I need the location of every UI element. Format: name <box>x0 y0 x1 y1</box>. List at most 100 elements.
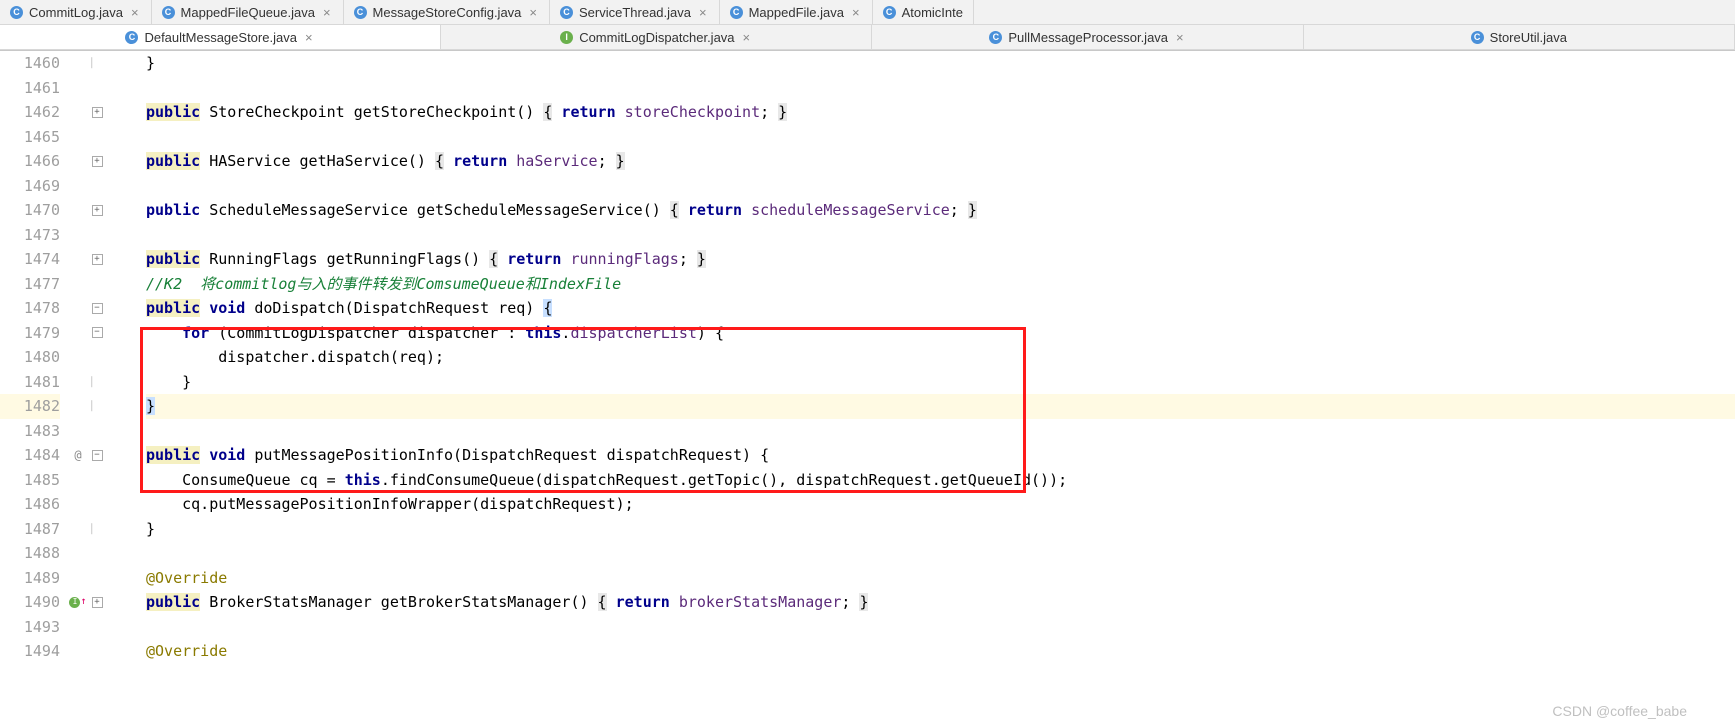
line-number: 1466 <box>0 149 60 174</box>
close-icon[interactable]: × <box>697 5 709 20</box>
code-line[interactable]: ConsumeQueue cq = this.findConsumeQueue(… <box>146 468 1735 493</box>
code-line[interactable]: } <box>146 370 1735 395</box>
line-number: 1487 <box>0 517 60 542</box>
line-number: 1490 <box>0 590 60 615</box>
code-line[interactable]: @Override <box>146 566 1735 591</box>
line-number: 1494 <box>0 639 60 664</box>
line-number: 1470 <box>0 198 60 223</box>
fold-toggle-icon[interactable]: + <box>88 590 106 615</box>
line-number: 1493 <box>0 615 60 640</box>
line-number: 1484 <box>0 443 60 468</box>
close-icon[interactable]: × <box>303 30 315 45</box>
fold-toggle-icon[interactable]: + <box>88 198 106 223</box>
line-number: 1461 <box>0 76 60 101</box>
class-icon: C <box>883 6 896 19</box>
line-number: 1474 <box>0 247 60 272</box>
at-marker-icon: @ <box>68 443 88 468</box>
tab-label: MappedFileQueue.java <box>181 5 315 20</box>
code-line[interactable]: public RunningFlags getRunningFlags() { … <box>146 247 1735 272</box>
tab-label: MessageStoreConfig.java <box>373 5 522 20</box>
fold-guide-icon: ⎸ <box>88 370 106 395</box>
fold-collapse-icon[interactable]: − <box>88 443 106 468</box>
fold-guide-icon: ⎸ <box>88 51 106 76</box>
tab-label: CommitLog.java <box>29 5 123 20</box>
watermark: CSDN @coffee_babe <box>1552 703 1687 719</box>
tab-label: AtomicInte <box>902 5 963 20</box>
line-number: 1482 <box>0 394 60 419</box>
code-line[interactable]: @Override <box>146 639 1735 664</box>
tab-CommitLogDispatcher-java[interactable]: I CommitLogDispatcher.java × <box>441 25 872 49</box>
line-number: 1486 <box>0 492 60 517</box>
line-number: 1473 <box>0 223 60 248</box>
tab-label: StoreUtil.java <box>1490 30 1567 45</box>
tab-AtomicInte[interactable]: C AtomicInte <box>873 0 974 24</box>
class-icon: C <box>730 6 743 19</box>
close-icon[interactable]: × <box>1174 30 1186 45</box>
line-number: 1485 <box>0 468 60 493</box>
fold-collapse-icon[interactable]: − <box>88 296 106 321</box>
line-number: 1488 <box>0 541 60 566</box>
close-icon[interactable]: × <box>850 5 862 20</box>
tab-label: CommitLogDispatcher.java <box>579 30 734 45</box>
code-line[interactable]: for (CommitLogDispatcher dispatcher : th… <box>146 321 1735 346</box>
code-line[interactable] <box>146 174 1735 199</box>
code-line[interactable]: //K2 将commitlog与入的事件转发到ComsumeQueue和Inde… <box>146 272 1735 297</box>
code-area[interactable]: } public StoreCheckpoint getStoreCheckpoi… <box>106 51 1735 664</box>
code-line[interactable] <box>146 541 1735 566</box>
code-line[interactable]: dispatcher.dispatch(req); <box>146 345 1735 370</box>
code-editor[interactable]: 1460146114621465146614691470147314741477… <box>0 51 1735 664</box>
class-icon: C <box>989 31 1002 44</box>
tab-MappedFile-java[interactable]: C MappedFile.java × <box>720 0 873 24</box>
line-number: 1480 <box>0 345 60 370</box>
fold-guide-icon: ⎸ <box>88 394 106 419</box>
tab-DefaultMessageStore-java[interactable]: CDefaultMessageStore.java× <box>0 25 441 49</box>
class-icon: C <box>1471 31 1484 44</box>
code-line[interactable]: } <box>146 394 1735 419</box>
tab-PullMessageProcessor-java[interactable]: CPullMessageProcessor.java× <box>872 25 1303 49</box>
tab-CommitLog-java[interactable]: CCommitLog.java× <box>0 0 152 24</box>
line-number: 1462 <box>0 100 60 125</box>
line-number: 1469 <box>0 174 60 199</box>
code-line[interactable] <box>146 615 1735 640</box>
line-number-gutter: 1460146114621465146614691470147314741477… <box>0 51 68 664</box>
class-icon: C <box>125 31 138 44</box>
line-number: 1481 <box>0 370 60 395</box>
close-icon[interactable]: × <box>129 5 141 20</box>
code-line[interactable] <box>146 419 1735 444</box>
tab-MessageStoreConfig-java[interactable]: C MessageStoreConfig.java × <box>344 0 550 24</box>
line-number: 1460 <box>0 51 60 76</box>
fold-toggle-icon[interactable]: + <box>88 247 106 272</box>
code-line[interactable]: public HAService getHaService() { return… <box>146 149 1735 174</box>
code-line[interactable]: public ScheduleMessageService getSchedul… <box>146 198 1735 223</box>
code-line[interactable]: cq.putMessagePositionInfoWrapper(dispatc… <box>146 492 1735 517</box>
code-line[interactable] <box>146 76 1735 101</box>
marker-column: @I↑ <box>68 51 88 664</box>
code-line[interactable]: } <box>146 517 1735 542</box>
close-icon[interactable]: × <box>741 30 753 45</box>
interface-icon: I <box>560 31 573 44</box>
class-icon: C <box>354 6 367 19</box>
class-icon: C <box>162 6 175 19</box>
code-line[interactable]: public void doDispatch(DispatchRequest r… <box>146 296 1735 321</box>
code-line[interactable] <box>146 125 1735 150</box>
close-icon[interactable]: × <box>321 5 333 20</box>
tab-row-1: CCommitLog.java×CMappedFileQueue.java×CM… <box>0 0 1735 25</box>
tab-MappedFileQueue-java[interactable]: C MappedFileQueue.java × <box>152 0 344 24</box>
fold-toggle-icon[interactable]: + <box>88 100 106 125</box>
code-line[interactable]: public StoreCheckpoint getStoreCheckpoin… <box>146 100 1735 125</box>
tab-StoreUtil-java[interactable]: C StoreUtil.java <box>1304 25 1735 49</box>
fold-toggle-icon[interactable]: + <box>88 149 106 174</box>
code-line[interactable]: public BrokerStatsManager getBrokerStats… <box>146 590 1735 615</box>
tab-label: ServiceThread.java <box>579 5 691 20</box>
close-icon[interactable]: × <box>527 5 539 20</box>
fold-collapse-icon[interactable]: − <box>88 321 106 346</box>
code-line[interactable] <box>146 223 1735 248</box>
code-line[interactable]: public void putMessagePositionInfo(Dispa… <box>146 443 1735 468</box>
tab-ServiceThread-java[interactable]: CServiceThread.java× <box>550 0 720 24</box>
line-number: 1479 <box>0 321 60 346</box>
fold-column: ⎸++++−−⎸⎸−⎸+ <box>88 51 106 664</box>
tab-label: MappedFile.java <box>749 5 844 20</box>
fold-guide-icon: ⎸ <box>88 517 106 542</box>
code-line[interactable]: } <box>146 51 1735 76</box>
line-number: 1478 <box>0 296 60 321</box>
